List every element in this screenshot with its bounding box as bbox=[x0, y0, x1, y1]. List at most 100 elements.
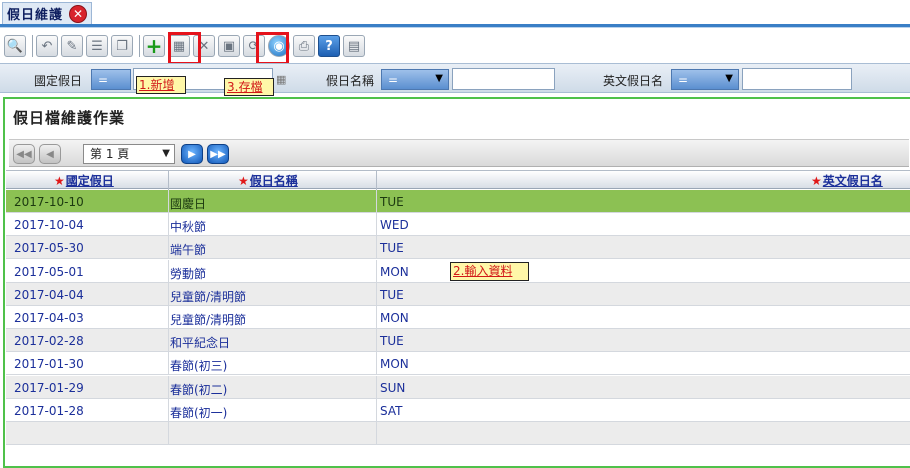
title-divider-light bbox=[0, 27, 910, 28]
cell-holiday-name: 春節(初二) bbox=[170, 382, 228, 397]
save-highlight-box bbox=[256, 32, 289, 65]
cell-fixed-date: 2017-04-04 bbox=[14, 287, 84, 302]
export-icon: ▤ bbox=[347, 38, 361, 54]
required-star-icon: ★ bbox=[811, 174, 822, 188]
add-button[interactable]: + bbox=[143, 34, 165, 58]
fixed-date-operator-value: = bbox=[98, 72, 109, 87]
column-divider bbox=[168, 190, 169, 213]
annotation-add: 1.新增 bbox=[136, 76, 186, 94]
toolbar-separator bbox=[139, 35, 140, 57]
column-divider bbox=[376, 171, 377, 190]
panel-title: 假日檔維護作業 bbox=[13, 109, 126, 127]
table-row[interactable]: 2017-01-28 春節(初一) SAT bbox=[6, 398, 910, 422]
table-row[interactable]: 2017-01-30 春節(初三) MON bbox=[6, 352, 910, 376]
edit-button[interactable]: ✎ bbox=[61, 35, 83, 57]
column-divider bbox=[376, 236, 377, 260]
column-divider bbox=[168, 282, 169, 306]
annotation-save: 3.存檔 bbox=[224, 78, 274, 96]
cell-fixed-date: 2017-01-28 bbox=[14, 403, 84, 418]
holiday-name-operator-value: = bbox=[388, 72, 399, 87]
print-button[interactable]: ⎙ bbox=[293, 35, 315, 57]
english-name-input[interactable] bbox=[742, 68, 852, 90]
cell-holiday-name: 中秋節 bbox=[170, 220, 207, 235]
column-header-fixed-date[interactable]: ★國定假日 bbox=[54, 172, 114, 189]
cell-holiday-name: 兒童節/清明節 bbox=[170, 313, 247, 327]
column-divider bbox=[168, 352, 169, 376]
cell-fixed-date: 2017-10-04 bbox=[14, 218, 84, 233]
column-divider bbox=[168, 171, 169, 190]
cell-holiday-name: 春節(初一) bbox=[170, 405, 228, 420]
chevron-down-icon: ▼ bbox=[435, 73, 443, 84]
copy-button[interactable]: ❐ bbox=[111, 35, 133, 57]
column-header-english-name[interactable]: ★英文假日名 bbox=[811, 172, 883, 189]
cell-holiday-name: 兒童節/清明節 bbox=[170, 289, 247, 304]
table-row[interactable]: 2017-02-28 和平紀念日 TUE bbox=[6, 329, 910, 353]
copy-icon: ❐ bbox=[116, 38, 128, 54]
undo-icon: ↶ bbox=[41, 38, 53, 54]
window-title: 假日維護 bbox=[7, 8, 64, 23]
column-header-holiday-name[interactable]: ★假日名稱 bbox=[238, 172, 298, 189]
cell-fixed-date: 2017-02-28 bbox=[14, 334, 84, 349]
undo-button[interactable]: ↶ bbox=[36, 35, 58, 57]
cell-fixed-date: 2017-05-30 bbox=[14, 241, 84, 256]
grid-header: ★國定假日 ★假日名稱 ★英文假日名 bbox=[6, 170, 910, 190]
window-tab[interactable]: 假日維護 ✕ bbox=[2, 2, 93, 24]
column-divider bbox=[376, 190, 377, 213]
calendar-icon[interactable]: ▦ bbox=[276, 73, 286, 86]
cell-holiday-name: 國慶日 bbox=[170, 197, 207, 211]
table-row[interactable]: 2017-01-29 春節(初二) SUN bbox=[6, 375, 910, 399]
holiday-name-operator[interactable]: = ▼ bbox=[381, 69, 449, 90]
column-divider bbox=[168, 422, 169, 445]
english-name-label: 英文假日名 bbox=[603, 74, 664, 88]
holiday-name-input[interactable] bbox=[452, 68, 555, 90]
table-row[interactable] bbox=[6, 422, 910, 445]
add-highlight-box bbox=[168, 32, 201, 65]
cell-fixed-date: 2017-05-01 bbox=[14, 264, 84, 279]
toolbar: 🔍 ↶ ✎ ☰ ❐ + ▦ ✕ ▣ ⟳ ◉ ⎙? ▤ bbox=[0, 30, 910, 62]
cell-fixed-date: 2017-10-10 bbox=[14, 195, 84, 209]
help-button[interactable]: ? bbox=[318, 35, 340, 57]
page-select-value: 第 1 頁 bbox=[90, 147, 130, 161]
close-icon[interactable]: ✕ bbox=[69, 4, 88, 23]
cell-english-name: MON bbox=[380, 311, 409, 325]
column-divider bbox=[376, 213, 377, 237]
pager: ◀◀ ◀ 第 1 頁 ▼ ▶ ▶▶ bbox=[9, 139, 909, 167]
annotation-input: 2.輸入資料 bbox=[450, 262, 529, 281]
filter-bar: 國定假日 = ▦ 假日名稱 = ▼ 英文假日名 = ▼ 1.新增 3.存檔 bbox=[0, 63, 910, 96]
column-divider bbox=[376, 375, 377, 399]
page-select[interactable]: 第 1 頁 ▼ bbox=[83, 144, 175, 164]
table-row[interactable]: 2017-10-04 中秋節 WED bbox=[6, 213, 910, 237]
required-star-icon: ★ bbox=[54, 174, 65, 188]
cell-english-name: TUE bbox=[380, 195, 404, 209]
column-divider bbox=[168, 213, 169, 237]
last-page-button[interactable]: ▶▶ bbox=[207, 144, 229, 164]
table-row[interactable]: 2017-04-04 兒童節/清明節 TUE bbox=[6, 282, 910, 306]
column-divider bbox=[168, 329, 169, 353]
query-button[interactable]: 🔍 bbox=[4, 35, 26, 57]
table-row[interactable]: 2017-05-30 端午節 TUE bbox=[6, 236, 910, 260]
export-button[interactable]: ▤ bbox=[343, 35, 365, 57]
cell-fixed-date: 2017-04-03 bbox=[14, 311, 84, 325]
prev-page-button[interactable]: ◀ bbox=[39, 144, 61, 164]
help-icon: ? bbox=[325, 38, 333, 54]
cell-english-name: TUE bbox=[380, 241, 404, 256]
column-header-label: 英文假日名 bbox=[822, 174, 883, 188]
first-page-button[interactable]: ◀◀ bbox=[13, 144, 35, 164]
fixed-date-operator[interactable]: = bbox=[91, 69, 131, 90]
cell-english-name: MON bbox=[380, 264, 409, 279]
title-bar: 假日維護 ✕ bbox=[0, 0, 910, 28]
column-divider bbox=[376, 259, 377, 283]
list-button[interactable]: ☰ bbox=[86, 35, 108, 57]
cell-holiday-name: 春節(初三) bbox=[170, 359, 228, 374]
cell-fixed-date: 2017-01-30 bbox=[14, 357, 84, 372]
table-row[interactable]: 2017-04-03 兒童節/清明節 MON bbox=[6, 306, 910, 329]
next-page-button[interactable]: ▶ bbox=[181, 144, 203, 164]
required-star-icon: ★ bbox=[238, 174, 249, 188]
save-button[interactable]: ▣ bbox=[218, 35, 240, 57]
edit-icon: ✎ bbox=[66, 38, 78, 54]
column-divider bbox=[376, 352, 377, 376]
table-row[interactable]: 2017-10-10 國慶日 TUE bbox=[6, 190, 910, 213]
english-name-operator[interactable]: = ▼ bbox=[671, 69, 739, 90]
print-icon: ⎙ bbox=[298, 38, 310, 54]
english-name-operator-value: = bbox=[678, 72, 689, 87]
